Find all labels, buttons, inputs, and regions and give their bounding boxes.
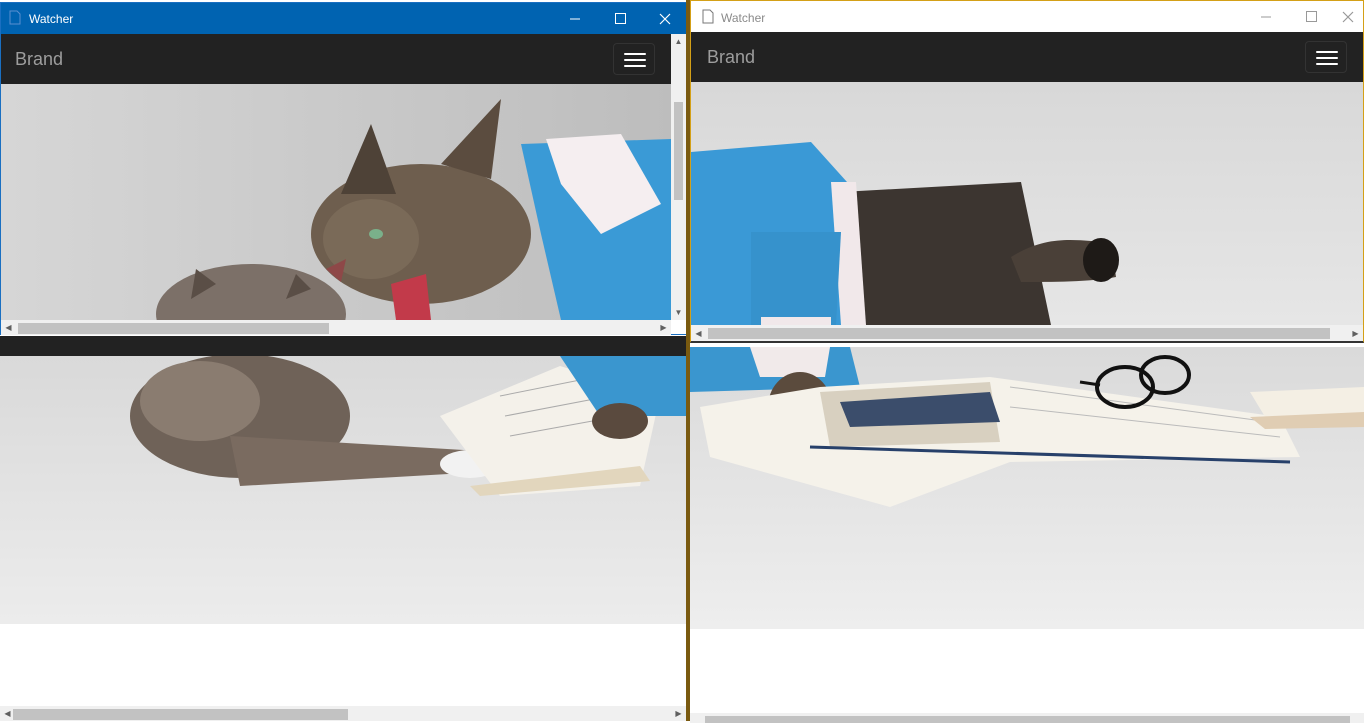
scroll-left-arrow-icon[interactable]: ◀: [691, 325, 706, 341]
right-watcher-window: Watcher Brand ◀ ▶: [690, 0, 1364, 343]
scroll-right-arrow-icon[interactable]: ▶: [671, 706, 686, 721]
minimize-icon: [1260, 16, 1271, 18]
close-icon: [1342, 11, 1354, 22]
close-button[interactable]: [1333, 1, 1363, 32]
navbar-toggle-button[interactable]: [1305, 41, 1347, 73]
scroll-down-arrow-icon[interactable]: ▼: [671, 305, 686, 320]
scrollbar-thumb[interactable]: [705, 716, 1350, 723]
scroll-up-arrow-icon[interactable]: ▲: [671, 34, 686, 49]
left-page-horizontal-scrollbar[interactable]: ◀ ▶: [0, 706, 686, 721]
document-icon: [702, 9, 714, 29]
close-button[interactable]: [642, 3, 688, 34]
right-popup-horizontal-scrollbar[interactable]: ◀ ▶: [691, 325, 1363, 341]
brand-link[interactable]: Brand: [707, 47, 755, 68]
maximize-icon: [614, 13, 626, 24]
right-window-titlebar[interactable]: Watcher: [691, 1, 1363, 32]
left-popup-vertical-scrollbar[interactable]: ▲ ▼: [671, 34, 686, 320]
window-title: Watcher: [721, 11, 766, 25]
right-page-horizontal-scrollbar[interactable]: [690, 713, 1364, 723]
left-popup-photo: [1, 84, 671, 320]
scrollbar-thumb[interactable]: [18, 323, 329, 334]
minimize-button[interactable]: [1243, 1, 1289, 32]
scroll-right-arrow-icon[interactable]: ▶: [656, 320, 671, 335]
right-background-photo: [690, 347, 1364, 629]
left-background-navbar: [0, 336, 686, 356]
scrollbar-thumb[interactable]: [708, 328, 1330, 339]
scroll-left-arrow-icon[interactable]: ◀: [1, 320, 16, 335]
maximize-button[interactable]: [1288, 1, 1334, 32]
left-window-titlebar[interactable]: Watcher: [1, 3, 686, 34]
left-popup-horizontal-scrollbar[interactable]: ◀ ▶: [1, 320, 671, 335]
right-popup-photo: [691, 82, 1363, 325]
scrollbar-thumb[interactable]: [674, 102, 683, 200]
navbar-toggle-button[interactable]: [613, 43, 655, 75]
scrollbar-thumb[interactable]: [13, 709, 348, 720]
right-navbar: Brand: [691, 32, 1363, 82]
maximize-button[interactable]: [597, 3, 643, 34]
close-icon: [659, 13, 671, 24]
brand-link[interactable]: Brand: [15, 49, 63, 70]
window-title: Watcher: [29, 12, 74, 26]
minimize-button[interactable]: [552, 3, 598, 34]
left-navbar: Brand: [1, 34, 671, 84]
maximize-icon: [1305, 11, 1317, 22]
minimize-icon: [569, 18, 580, 20]
scroll-right-arrow-icon[interactable]: ▶: [1348, 325, 1363, 341]
left-watcher-window: Watcher Brand ▲ ▼ ◀ ▶: [0, 2, 687, 335]
left-background-photo: [0, 356, 686, 624]
document-icon: [9, 10, 21, 30]
